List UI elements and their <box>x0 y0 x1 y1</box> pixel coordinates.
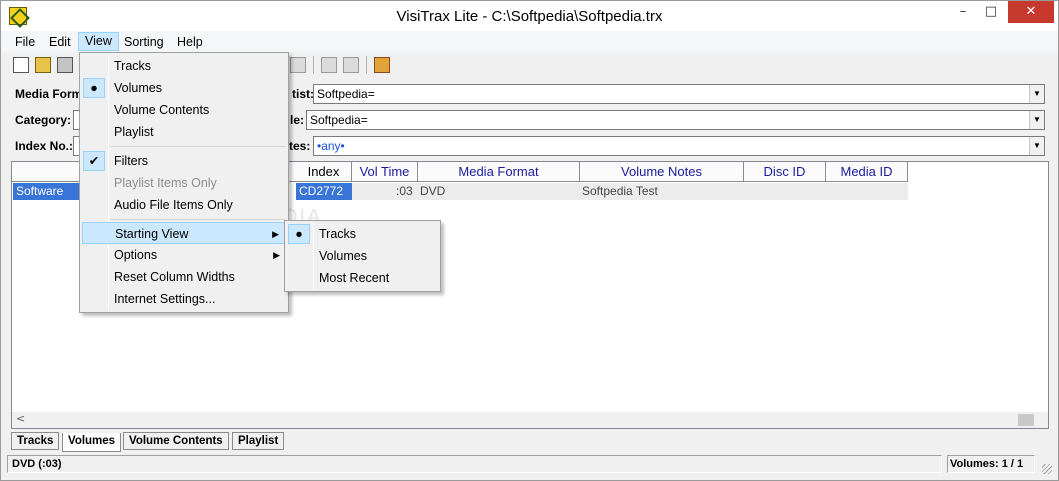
chevron-down-icon[interactable]: ▼ <box>1029 85 1044 103</box>
view-menu-options[interactable]: Options ▶ <box>82 244 286 266</box>
menu-item-label: Most Recent <box>319 271 390 285</box>
starting-view-most-recent[interactable]: Most Recent <box>287 267 438 289</box>
radio-dot-icon: ● <box>83 78 105 98</box>
maximize-button[interactable]: □ <box>976 1 1006 23</box>
scroll-left-icon[interactable]: < <box>16 412 25 425</box>
speaker-icon[interactable] <box>374 57 390 73</box>
chevron-down-icon[interactable]: ▼ <box>1029 111 1044 129</box>
column-header-volume-notes[interactable]: Volume Notes <box>580 162 744 182</box>
menu-edit[interactable]: Edit <box>43 33 77 52</box>
notes-value: •any• <box>317 139 345 153</box>
tab-playlist[interactable]: Playlist <box>232 432 285 450</box>
view-menu-audio-file-items-only[interactable]: Audio File Items Only <box>82 194 286 216</box>
media-format-label: Media Form <box>15 87 83 101</box>
minimize-button[interactable]: – <box>948 1 978 23</box>
cell-index[interactable]: CD2772 <box>296 183 352 200</box>
menu-separator <box>110 219 286 220</box>
title-value: Softpedia= <box>310 113 368 127</box>
artist-combo[interactable]: Softpedia= ▼ <box>313 84 1045 104</box>
open-folder-icon[interactable] <box>35 57 51 73</box>
starting-view-tracks[interactable]: ● Tracks <box>287 223 438 245</box>
status-text: DVD (:03) <box>7 455 942 473</box>
view-menu-filters[interactable]: ✔ Filters <box>82 150 286 172</box>
hand-left-icon[interactable] <box>321 57 337 73</box>
view-menu-internet-settings[interactable]: Internet Settings... <box>82 288 286 310</box>
notes-combo[interactable]: •any• ▼ <box>313 136 1045 156</box>
close-button[interactable]: ✕ <box>1008 1 1054 23</box>
view-menu-volume-contents[interactable]: Volume Contents <box>82 99 286 121</box>
tab-volume-contents[interactable]: Volume Contents <box>123 432 229 450</box>
submenu-arrow-icon: ▶ <box>273 250 280 260</box>
menu-item-label: Volumes <box>114 81 162 95</box>
menu-item-label: Filters <box>114 154 149 168</box>
view-menu: Tracks ● Volumes Volume Contents Playlis… <box>79 52 289 313</box>
column-header-index[interactable]: Index <box>296 162 352 182</box>
tab-volumes[interactable]: Volumes <box>62 433 122 452</box>
title-label: le: <box>290 113 305 127</box>
hand-right-icon[interactable] <box>343 57 359 73</box>
submenu-arrow-icon: ▶ <box>272 229 279 239</box>
menu-sorting[interactable]: Sorting <box>118 33 170 52</box>
window-title: VisiTrax Lite - C:\Softpedia\Softpedia.t… <box>396 8 663 25</box>
menu-separator <box>110 146 286 147</box>
toolbar-divider <box>366 56 367 74</box>
save-icon[interactable] <box>57 57 73 73</box>
menu-item-label: Playlist <box>114 125 154 139</box>
cell-volume-notes: Softpedia Test <box>582 184 658 198</box>
menu-item-label: Volumes <box>319 249 367 263</box>
view-menu-tracks[interactable]: Tracks <box>82 55 286 77</box>
toolbar-divider <box>313 56 314 74</box>
view-menu-reset-column-widths[interactable]: Reset Column Widths <box>82 266 286 288</box>
view-menu-starting-view[interactable]: Starting View ▶ <box>82 222 286 244</box>
menu-item-label: Reset Column Widths <box>114 270 235 284</box>
tab-tracks[interactable]: Tracks <box>11 432 60 450</box>
app-window: VisiTrax Lite - C:\Softpedia\Softpedia.t… <box>0 0 1059 481</box>
starting-view-submenu: ● Tracks Volumes Most Recent <box>284 220 441 292</box>
starting-view-volumes[interactable]: Volumes <box>287 245 438 267</box>
new-file-icon[interactable] <box>13 57 29 73</box>
view-menu-playlist[interactable]: Playlist <box>82 121 286 143</box>
status-volume-count: Volumes: 1 / 1 <box>947 455 1035 473</box>
print-icon[interactable] <box>290 57 306 73</box>
cell-vol-time: :03 <box>396 184 413 198</box>
column-header-vol-time[interactable]: Vol Time <box>352 162 418 182</box>
horizontal-scrollbar[interactable]: < <box>12 412 1048 428</box>
checkmark-icon: ✔ <box>83 151 105 171</box>
chevron-down-icon[interactable]: ▼ <box>1029 137 1044 155</box>
resize-grip-icon[interactable] <box>1042 464 1052 474</box>
menu-item-label: Playlist Items Only <box>114 176 217 190</box>
title-combo[interactable]: Softpedia= ▼ <box>306 110 1045 130</box>
view-menu-playlist-items-only: Playlist Items Only <box>82 172 286 194</box>
artist-label: tist: <box>292 87 314 101</box>
menu-help[interactable]: Help <box>171 33 209 52</box>
artist-value: Softpedia= <box>317 87 375 101</box>
menu-item-label: Tracks <box>319 227 357 241</box>
notes-label: tes: <box>289 139 311 153</box>
category-label: Category: <box>15 113 72 127</box>
view-menu-volumes[interactable]: ● Volumes <box>82 77 286 99</box>
index-label: Index No.: <box>15 139 74 153</box>
cell-media-format: DVD <box>420 184 446 198</box>
title-bar: VisiTrax Lite - C:\Softpedia\Softpedia.t… <box>1 1 1058 32</box>
scroll-thumb[interactable] <box>1018 414 1034 426</box>
menu-item-label: Options <box>114 248 158 262</box>
menu-item-label: Internet Settings... <box>114 292 216 306</box>
menu-view[interactable]: View <box>78 32 119 51</box>
menu-item-label: Tracks <box>114 59 152 73</box>
menu-item-label: Audio File Items Only <box>114 198 233 212</box>
column-header-media-id[interactable]: Media ID <box>826 162 908 182</box>
column-header-media-format[interactable]: Media Format <box>418 162 580 182</box>
radio-dot-icon: ● <box>288 224 310 244</box>
menu-item-label: Volume Contents <box>114 103 210 117</box>
menu-item-label: Starting View <box>115 227 189 241</box>
menu-file[interactable]: File <box>9 33 41 52</box>
column-header-disc-id[interactable]: Disc ID <box>744 162 826 182</box>
menu-bar: File Edit View Sorting Help <box>1 31 1058 52</box>
